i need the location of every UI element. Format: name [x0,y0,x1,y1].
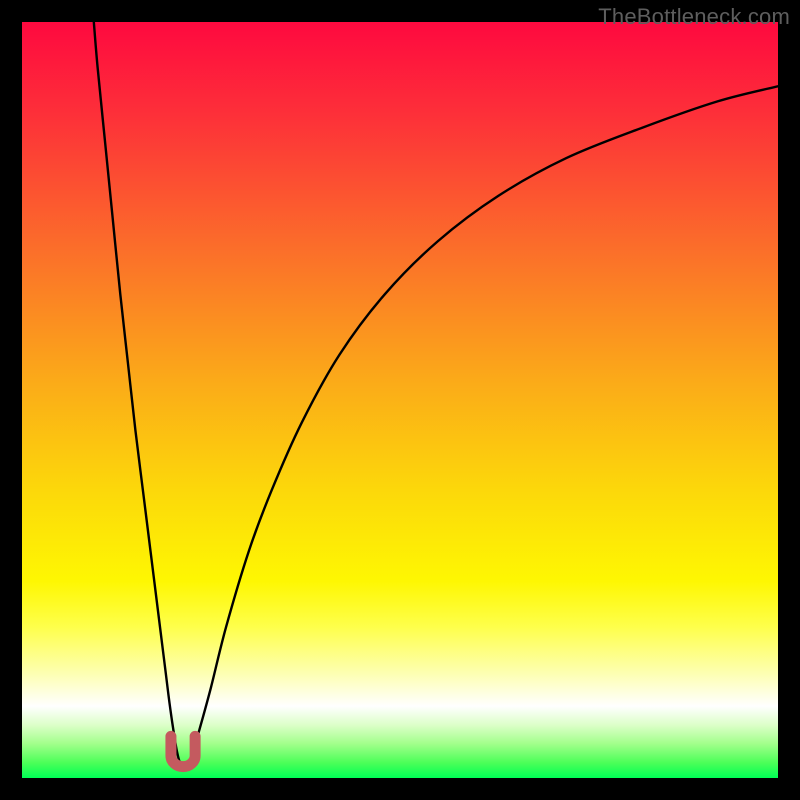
gradient-background [22,22,778,778]
outer-frame: TheBottleneck.com [0,0,800,800]
watermark-text: TheBottleneck.com [598,4,790,30]
chart-svg [22,22,778,778]
chart-plot-area [22,22,778,778]
